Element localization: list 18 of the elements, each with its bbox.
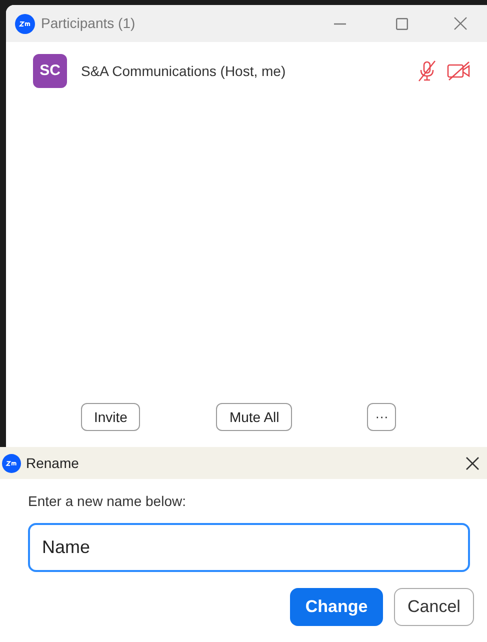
minimize-icon[interactable] [334, 22, 346, 24]
dialog-title: Rename [26, 454, 79, 472]
camera-off-icon[interactable] [447, 61, 471, 81]
toolbar-button[interactable]: Invite [81, 403, 140, 431]
prompt-text: Enter a new name below: [28, 492, 187, 511]
cancel-button[interactable]: Cancel [394, 588, 474, 626]
toolbar-button[interactable]: Mute All [216, 403, 292, 431]
muted-microphone-icon[interactable] [417, 60, 437, 82]
avatar: SC [33, 54, 67, 88]
maximize-icon[interactable] [396, 18, 408, 30]
change-button[interactable]: Change [290, 588, 383, 626]
name-input-field[interactable]: Name [28, 523, 470, 572]
participant-name: S&A Communications (Host, me) [81, 62, 286, 81]
more-button[interactable]: ··· [367, 403, 396, 431]
app-logo-icon [15, 14, 35, 34]
app-logo-icon [2, 454, 21, 472]
close-icon[interactable] [466, 456, 479, 470]
window-title: Participants (1) [41, 14, 136, 33]
